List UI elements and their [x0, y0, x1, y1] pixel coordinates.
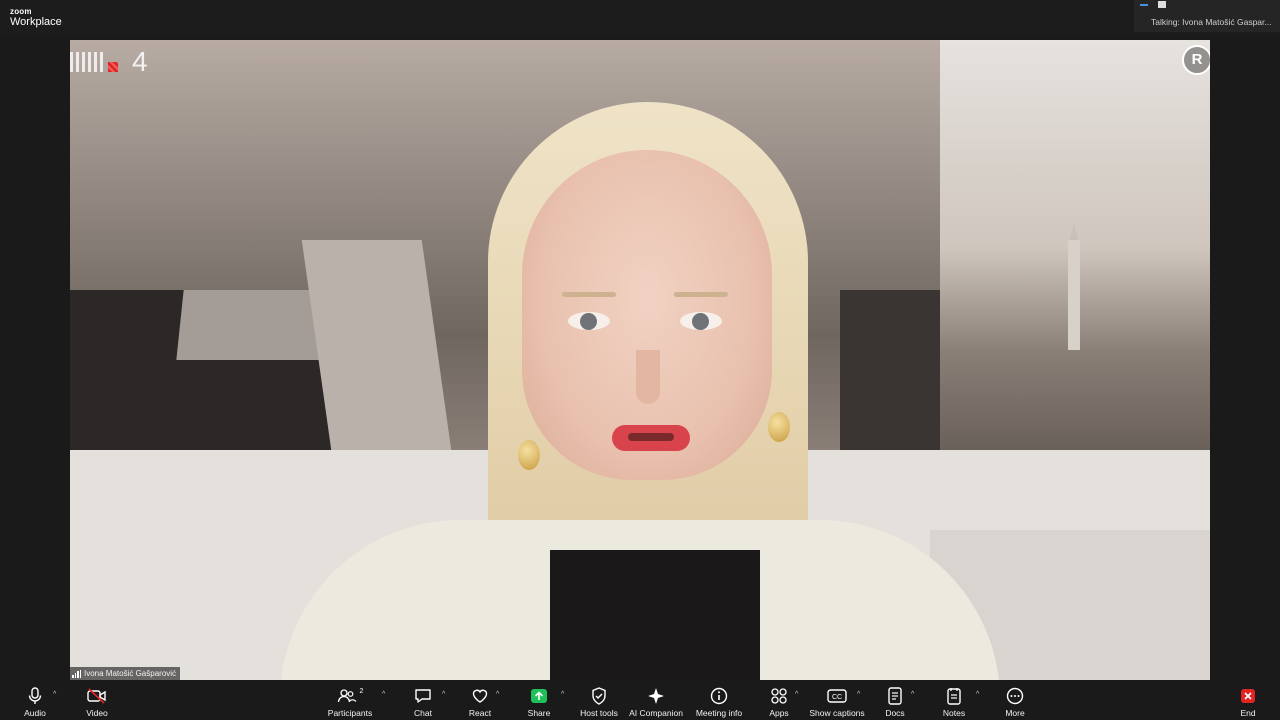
show-captions-label: Show captions — [809, 708, 865, 718]
logo-zoom-text: zoom — [10, 7, 32, 16]
apps-icon — [770, 685, 788, 707]
top-bar: zoom Workplace Talking: Ivona Matošić Ga… — [0, 0, 1280, 34]
window-icon[interactable] — [1158, 1, 1166, 8]
host-tools-label: Host tools — [580, 708, 618, 718]
docs-options-caret-icon[interactable]: ^ — [911, 691, 914, 698]
right-eye — [680, 312, 722, 330]
audio-label: Audio — [24, 708, 46, 718]
more-button[interactable]: More — [1002, 682, 1028, 720]
talking-text: Talking: Ivona Matošić Gaspar... — [1151, 17, 1272, 27]
video-button[interactable]: Video — [84, 682, 110, 720]
video-off-icon — [87, 685, 107, 707]
captions-cc-icon: CC — [827, 685, 847, 707]
react-button[interactable]: React — [466, 682, 494, 720]
participants-label: Participants — [327, 708, 373, 718]
zoom-workplace-logo: zoom Workplace — [10, 8, 62, 28]
apps-label: Apps — [769, 708, 789, 718]
nose — [636, 350, 660, 404]
ai-companion-label: AI Companion — [629, 708, 683, 718]
end-close-icon — [1241, 685, 1255, 707]
left-earring — [518, 440, 540, 470]
meeting-toolbar: Audio ^ Video 2 Participants ^ Chat ^ Re… — [0, 682, 1280, 720]
react-options-caret-icon[interactable]: ^ — [496, 691, 499, 698]
react-label: React — [468, 708, 492, 718]
participant-name: Ivona Matošić Gašparović — [84, 669, 177, 678]
sparkle-icon — [647, 685, 665, 707]
share-options-caret-icon[interactable]: ^ — [561, 691, 564, 698]
speaker-top — [550, 550, 760, 680]
participants-count: 2 — [359, 687, 364, 695]
participants-button[interactable]: 2 Participants — [326, 682, 374, 720]
church-tower — [1068, 222, 1080, 350]
active-speaker-video[interactable]: 4 R — [70, 40, 1210, 680]
svg-text:CC: CC — [832, 694, 842, 701]
meeting-info-label: Meeting info — [695, 708, 743, 718]
more-label: More — [1005, 708, 1025, 718]
right-earring — [768, 412, 790, 442]
channel-number: 4 — [132, 46, 148, 77]
speaker-face — [522, 150, 772, 480]
speaker-person — [260, 80, 1020, 680]
signal-icon — [72, 669, 81, 678]
share-screen-icon — [530, 685, 548, 707]
view-indicator-icon — [1140, 4, 1148, 6]
ai-companion-button[interactable]: AI Companion — [628, 682, 684, 720]
chat-button[interactable]: Chat — [410, 682, 436, 720]
meeting-info-button[interactable]: Meeting info — [694, 682, 744, 720]
end-label: End — [1240, 708, 1256, 718]
chat-icon — [414, 685, 432, 707]
talking-indicator[interactable]: Talking: Ivona Matošić Gaspar... — [1134, 0, 1280, 32]
react-heart-icon — [471, 685, 489, 707]
notes-options-caret-icon[interactable]: ^ — [976, 691, 979, 698]
notes-icon — [946, 685, 962, 707]
audio-options-caret-icon[interactable]: ^ — [53, 691, 56, 698]
docs-button[interactable]: Docs — [882, 682, 908, 720]
apps-button[interactable]: Apps — [766, 682, 792, 720]
shield-icon — [591, 685, 607, 707]
audio-button[interactable]: Audio — [22, 682, 48, 720]
mouth — [612, 425, 690, 451]
logo-bars — [70, 52, 106, 72]
left-brow — [562, 292, 616, 297]
microphone-icon — [27, 685, 43, 707]
host-tools-button[interactable]: Host tools — [578, 682, 620, 720]
notes-label: Notes — [942, 708, 966, 718]
chat-label: Chat — [414, 708, 432, 718]
participants-icon: 2 — [337, 685, 364, 707]
right-brow — [674, 292, 728, 297]
captions-options-caret-icon[interactable]: ^ — [857, 691, 860, 698]
docs-label: Docs — [885, 708, 905, 718]
share-button[interactable]: Share — [526, 682, 552, 720]
show-captions-button[interactable]: CC Show captions — [809, 682, 865, 720]
info-icon — [710, 685, 728, 707]
left-eye — [568, 312, 610, 330]
share-label: Share — [527, 708, 551, 718]
docs-icon — [887, 685, 903, 707]
logo-red-square — [108, 62, 118, 72]
chat-options-caret-icon[interactable]: ^ — [442, 691, 445, 698]
more-dots-icon — [1006, 685, 1024, 707]
apps-options-caret-icon[interactable]: ^ — [795, 691, 798, 698]
end-button[interactable]: End — [1236, 682, 1260, 720]
participant-name-tag: Ivona Matošić Gašparović — [70, 667, 181, 680]
logo-workplace-text: Workplace — [10, 16, 62, 28]
recording-badge: R — [1182, 45, 1210, 75]
participants-options-caret-icon[interactable]: ^ — [382, 691, 385, 698]
hrt4-channel-logo: 4 — [70, 46, 160, 77]
notes-button[interactable]: Notes — [941, 682, 967, 720]
video-label: Video — [86, 708, 108, 718]
